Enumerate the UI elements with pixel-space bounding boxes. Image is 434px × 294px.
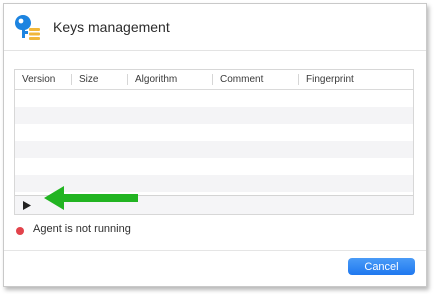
green-arrow-left-icon (44, 186, 138, 210)
table-header: Version Size Algorithm Comment Fingerpri… (15, 70, 413, 90)
column-header-version[interactable]: Version (15, 70, 71, 89)
status-indicator-dot (16, 227, 24, 235)
column-header-algorithm[interactable]: Algorithm (128, 70, 212, 89)
key-app-icon (15, 15, 40, 40)
table-row (15, 158, 413, 175)
keys-management-dialog: Keys management Version Size Algorithm C… (3, 3, 427, 287)
table-body (15, 90, 413, 192)
table-row (15, 90, 413, 107)
table-row (15, 124, 413, 141)
column-header-fingerprint[interactable]: Fingerprint (299, 70, 413, 89)
dialog-header: Keys management (4, 4, 426, 51)
status-text: Agent is not running (33, 223, 131, 235)
table-row (15, 107, 413, 124)
play-triangle-icon (23, 200, 31, 210)
cancel-button[interactable]: Cancel (348, 258, 415, 275)
table-row (15, 141, 413, 158)
column-header-comment[interactable]: Comment (213, 70, 298, 89)
footer-divider (4, 250, 426, 251)
dialog-title: Keys management (53, 19, 170, 35)
column-header-size[interactable]: Size (72, 70, 128, 89)
expand-button[interactable] (21, 199, 33, 211)
